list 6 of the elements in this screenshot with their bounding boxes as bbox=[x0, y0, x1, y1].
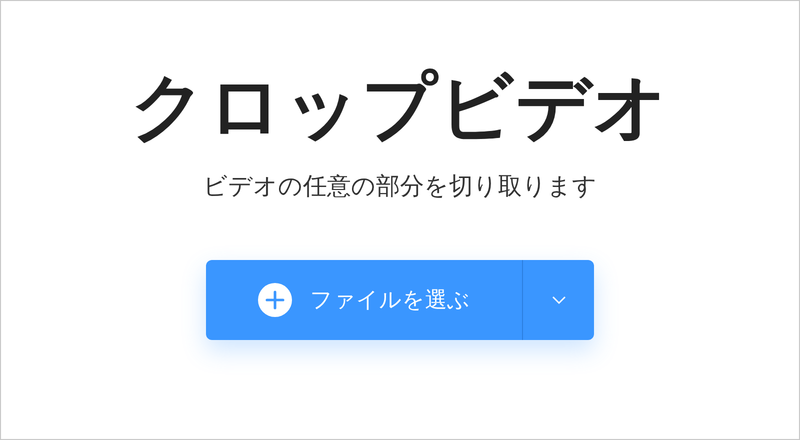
dropdown-button[interactable] bbox=[522, 260, 594, 340]
chevron-down-icon bbox=[550, 294, 566, 305]
page-title: クロップビデオ bbox=[130, 63, 670, 152]
choose-file-button[interactable]: ファイルを選ぶ bbox=[206, 260, 522, 340]
plus-icon bbox=[258, 282, 292, 317]
page-subtitle: ビデオの任意の部分を切り取ります bbox=[203, 170, 597, 202]
